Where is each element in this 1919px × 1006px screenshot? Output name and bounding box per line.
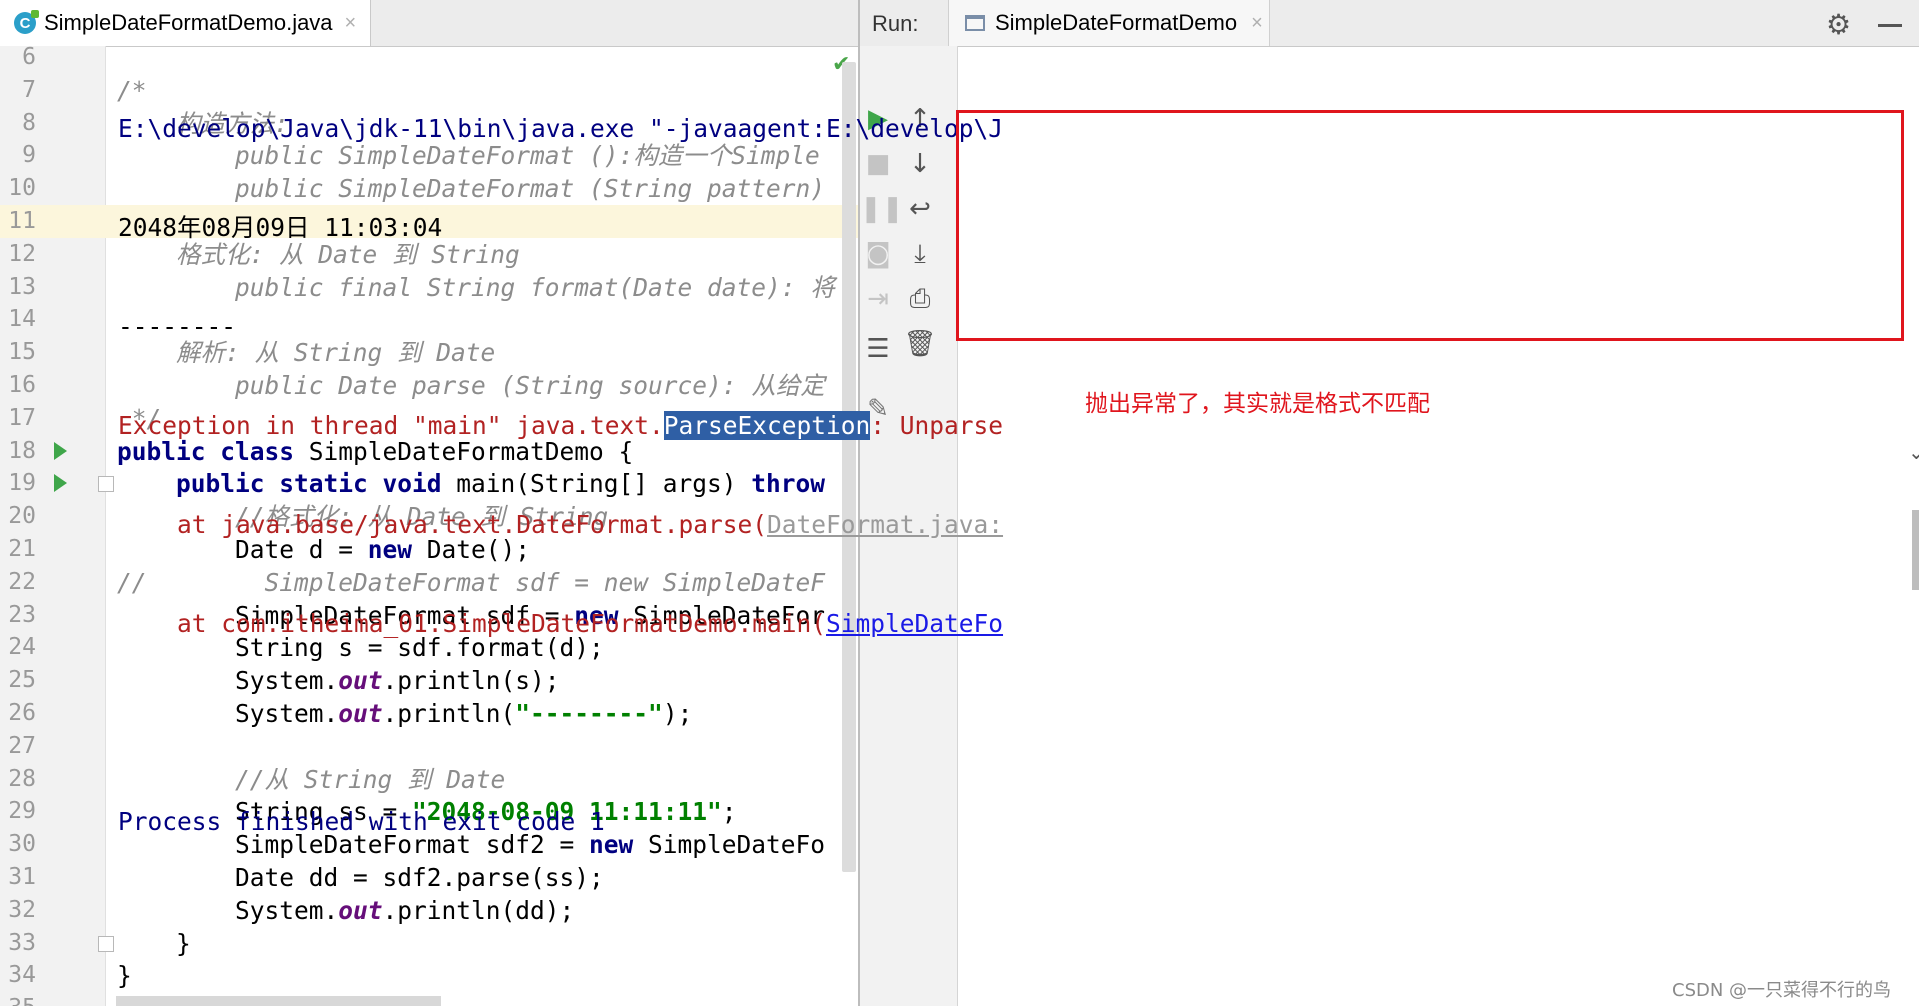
code-line[interactable]: 32 System.out.println(dd); xyxy=(0,894,858,927)
annotation-text: 抛出异常了，其实就是格式不匹配 xyxy=(1085,391,1430,417)
console-line: at java.base/java.text.DateFormat.parse(… xyxy=(118,510,1004,539)
line-number: 6 xyxy=(22,44,36,70)
minimize-icon[interactable] xyxy=(1878,24,1902,27)
line-number: 24 xyxy=(8,634,36,661)
line-number: 22 xyxy=(8,568,36,595)
line-number: 7 xyxy=(22,76,36,103)
console-scrollbar[interactable] xyxy=(1912,510,1919,590)
run-tab-simpledateformatdemo[interactable]: SimpleDateFormatDemo × xyxy=(948,0,1270,46)
line-number: 15 xyxy=(8,339,36,366)
run-header: Run: SimpleDateFormatDemo × ⚙ xyxy=(860,0,1919,47)
code-text: System.out.println(dd); xyxy=(117,895,575,925)
code-line[interactable]: 34} xyxy=(0,959,858,992)
line-number: 34 xyxy=(8,962,36,989)
code-line[interactable]: 33 } xyxy=(0,927,858,960)
line-number: 28 xyxy=(8,765,36,792)
editor-tab-label: SimpleDateFormatDemo.java xyxy=(44,10,333,35)
code-text: } xyxy=(117,928,191,958)
console-line: -------- xyxy=(118,312,237,341)
close-icon[interactable]: × xyxy=(345,12,357,35)
line-number: 20 xyxy=(8,503,36,530)
line-number: 16 xyxy=(8,372,36,398)
chevron-down-icon: ⌄ xyxy=(1908,440,1919,464)
gear-icon[interactable]: ⚙ xyxy=(1826,8,1851,41)
line-number: 30 xyxy=(8,831,36,858)
run-label: Run: xyxy=(872,11,919,36)
line-number: 14 xyxy=(8,306,36,333)
line-number: 12 xyxy=(8,240,36,267)
console-output[interactable]: E:\develop\Java\jdk-11\bin\java.exe "-ja… xyxy=(118,46,1003,871)
console-line: at com.itheima_01.SimpleDateFormatDemo.m… xyxy=(118,609,1004,638)
run-tab-label: SimpleDateFormatDemo xyxy=(995,10,1238,35)
line-number: 11 xyxy=(8,208,36,234)
line-number: 18 xyxy=(8,437,36,464)
line-number: 27 xyxy=(8,732,36,759)
fold-marker-icon[interactable] xyxy=(98,935,114,952)
line-number: 32 xyxy=(8,896,36,923)
run-gutter-icon[interactable] xyxy=(54,474,67,493)
fold-marker-icon[interactable] xyxy=(98,476,114,493)
selected-text[interactable]: ParseException xyxy=(663,411,871,440)
run-gutter-icon[interactable] xyxy=(54,441,67,460)
line-number: 26 xyxy=(8,700,36,726)
run-config-icon xyxy=(965,15,985,31)
stacktrace-link[interactable]: DateFormat.java: xyxy=(767,510,1003,539)
editor-horizontal-scrollbar[interactable] xyxy=(116,996,441,1006)
stacktrace-link[interactable]: SimpleDateFo xyxy=(826,609,1003,638)
line-number: 25 xyxy=(8,667,36,694)
line-number: 23 xyxy=(8,601,36,628)
editor-tab-simpledateformatdemo[interactable]: C SimpleDateFormatDemo.java × xyxy=(0,0,371,46)
line-number: 19 xyxy=(8,470,36,497)
code-text: } xyxy=(117,961,132,991)
console-line: Exception in thread "main" java.text.Par… xyxy=(118,411,1004,440)
line-number: 31 xyxy=(8,864,36,890)
console-line: Process finished with exit code 1 xyxy=(118,807,605,836)
line-number: 17 xyxy=(8,404,36,431)
highlight-box xyxy=(956,110,1904,341)
java-class-icon: C xyxy=(14,10,39,34)
line-number: 9 xyxy=(22,142,36,169)
watermark: CSDN @一只菜得不行的鸟 xyxy=(1672,980,1892,1001)
line-number: 13 xyxy=(8,273,36,300)
line-number: 35 xyxy=(0,992,36,1006)
editor-tab-bar: C SimpleDateFormatDemo.java × xyxy=(0,0,858,47)
line-number: 10 xyxy=(8,175,36,202)
line-number: 33 xyxy=(8,929,36,956)
line-number: 29 xyxy=(8,798,36,825)
line-number: 8 xyxy=(22,109,36,136)
console-line: 2048年08月09日 11:03:04 xyxy=(118,213,443,242)
console-line: E:\develop\Java\jdk-11\bin\java.exe "-ja… xyxy=(118,114,1004,143)
line-number: 21 xyxy=(8,536,36,562)
close-icon[interactable]: × xyxy=(1251,12,1263,35)
